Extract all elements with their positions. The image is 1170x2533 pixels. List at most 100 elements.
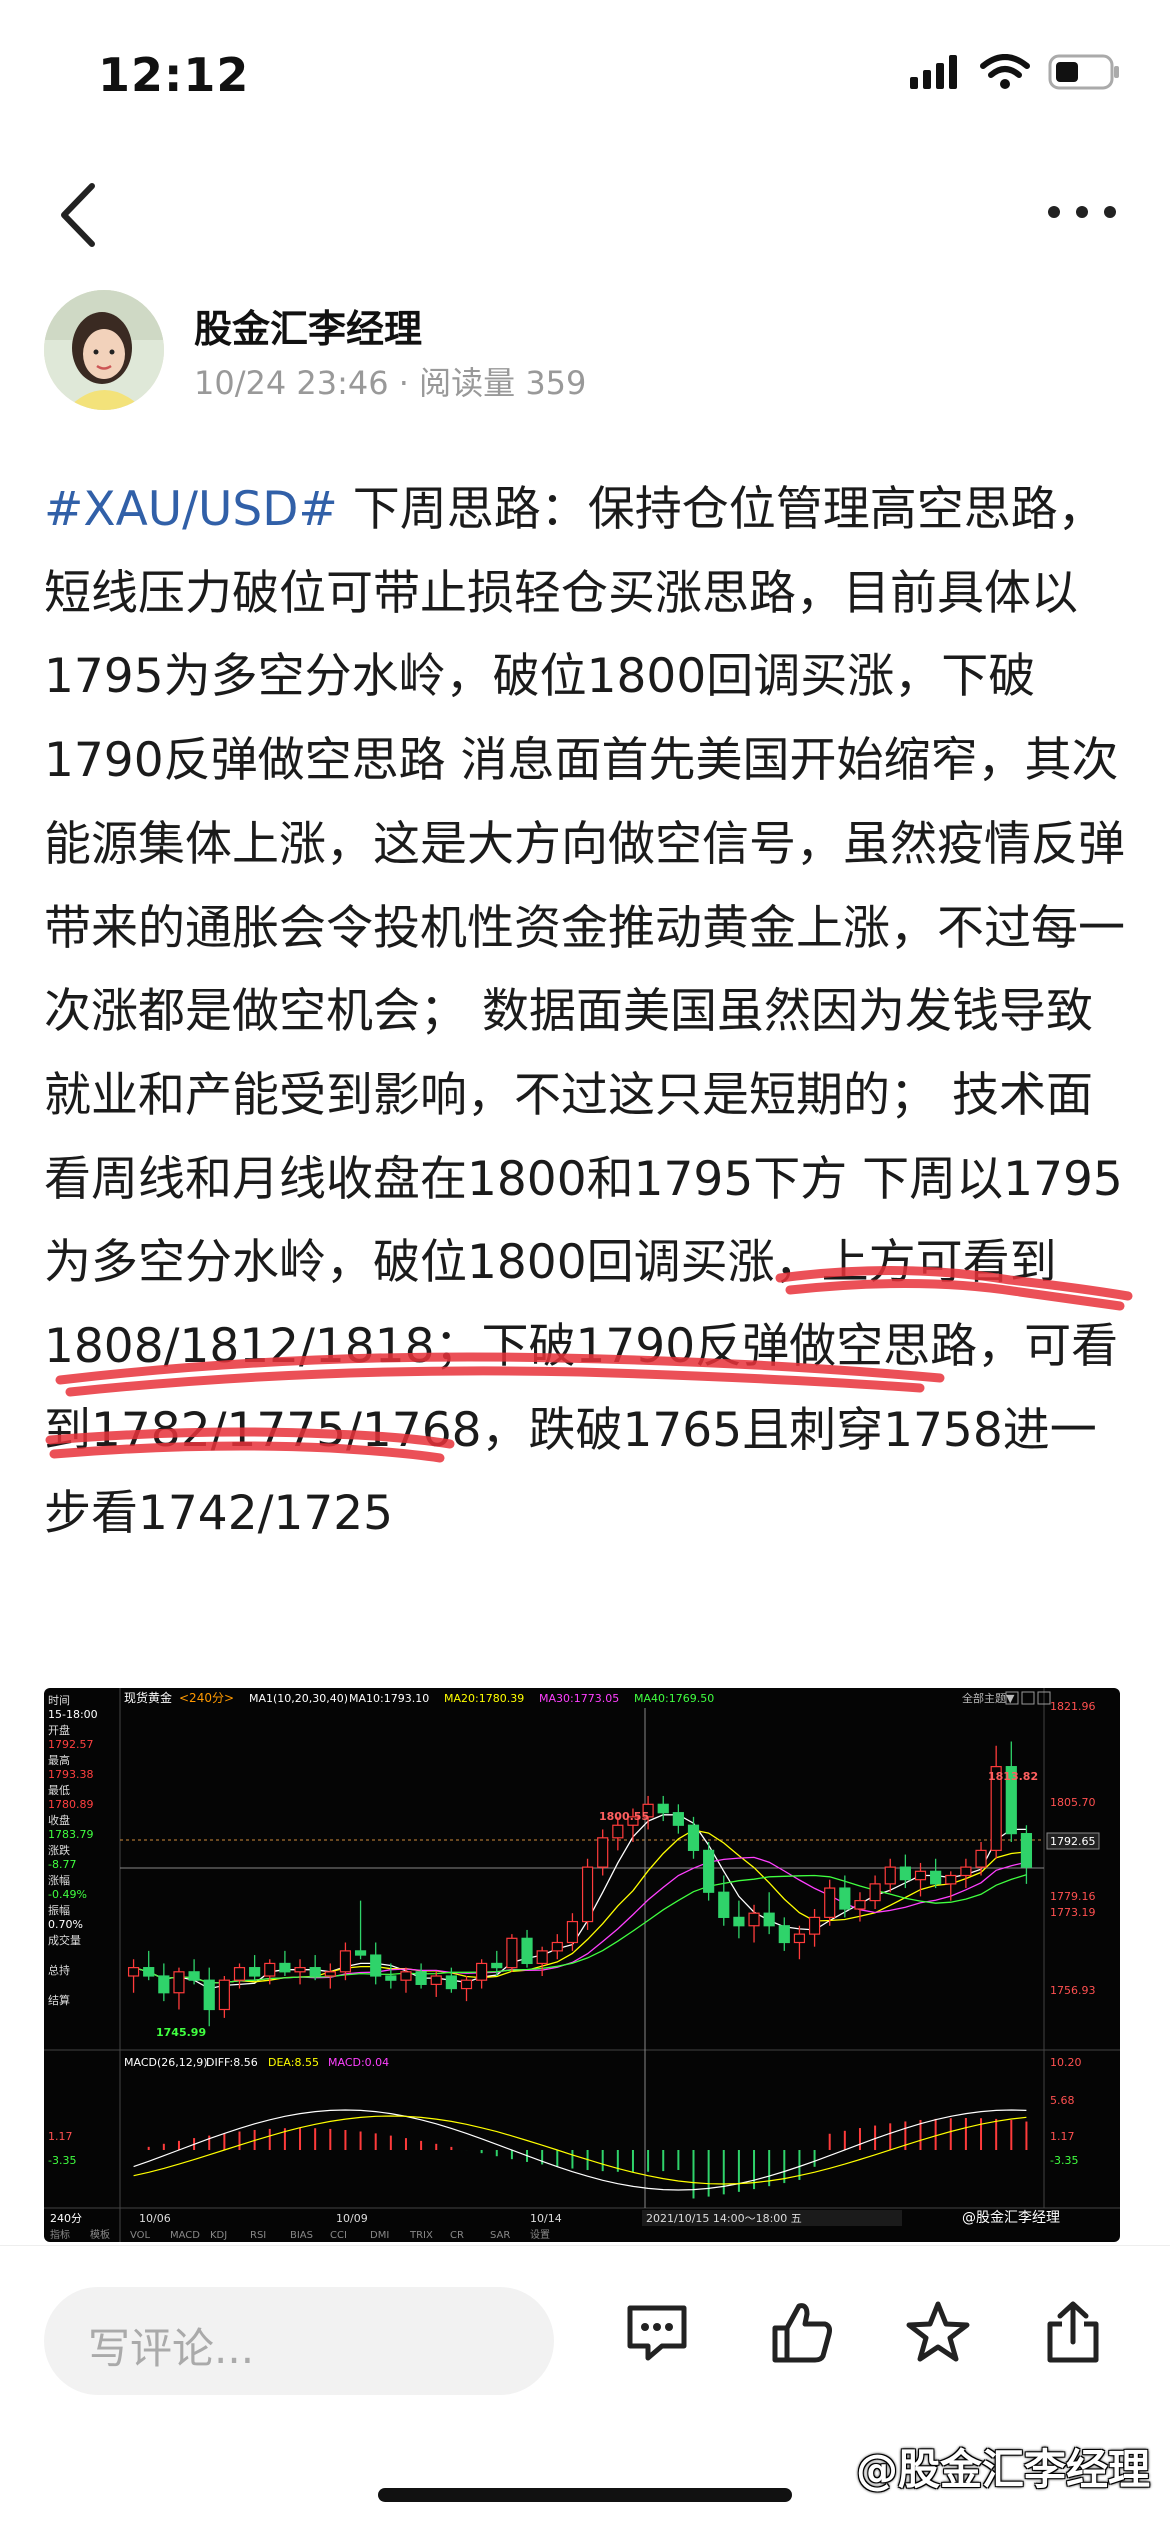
chevron-left-icon[interactable] (50, 180, 110, 250)
indicator-tabs: 指标 模板 VOL MACD KDJ RSI BIAS CCI DMI TRIX CR SAR 设置 (50, 2228, 550, 2241)
author-header: 股金汇李经理 10/24 23:46 · 阅读量 359 (44, 290, 1124, 415)
candle-body (385, 1975, 397, 1981)
chart-instrument: 现货黄金 (124, 1690, 172, 1705)
macd-legend-item: DIFF:8.56 (206, 2056, 258, 2069)
candle-body (491, 1962, 503, 1969)
macd-right-label: 10.20 (1050, 2056, 1082, 2069)
candle-body (960, 1866, 972, 1877)
panel-value: -8.77 (48, 1858, 76, 1871)
panel-label: 总持 (48, 1963, 70, 1977)
candle-body (218, 1979, 230, 2011)
indicator-tab: TRIX (409, 2230, 433, 2241)
candle-body (612, 1824, 624, 1839)
macd-right-label: 1.17 (1050, 2130, 1075, 2143)
status-icons (910, 54, 1120, 90)
candle-body (279, 1962, 291, 1973)
candle-body (793, 1933, 806, 1944)
wifi-icon (980, 54, 1030, 89)
chart-watermark: @股金汇李经理 (962, 2210, 1060, 2226)
like-icon[interactable] (767, 2298, 837, 2368)
indicator-tab: CCI (330, 2230, 347, 2241)
panel-label: 收盘 (48, 1813, 70, 1827)
candle-body (370, 1954, 382, 1977)
time-axis-labels: 10/06 10/09 10/14 (139, 2212, 562, 2225)
candle-body (309, 1967, 321, 1977)
candle-body (597, 1837, 609, 1868)
indicator-tab: 设置 (530, 2229, 550, 2241)
reads-count: 359 (525, 364, 587, 402)
panel-label: 最低 (48, 1784, 70, 1797)
chart-period: <240分> (179, 1691, 234, 1705)
candle-body (748, 1912, 760, 1927)
price-annotation: 1800.55 (599, 1810, 649, 1823)
candle-body (536, 1950, 548, 1965)
home-indicator[interactable] (378, 2488, 792, 2502)
macd-axis-labels: 1.17 -3.35 10.20 5.68 1.17 -3.35 (48, 2056, 1082, 2167)
y-axis-label: 1821.96 (1050, 1700, 1096, 1713)
candle-body (460, 1979, 473, 1990)
candle-body (566, 1920, 579, 1944)
candle-body (173, 1971, 185, 1994)
theme-dropdown: 全部主题▼ (962, 1691, 1015, 1705)
x-axis-label: 10/06 (139, 2212, 171, 2225)
candle-body (203, 1979, 215, 2011)
comment-icon[interactable] (622, 2298, 692, 2368)
more-dots-icon[interactable] (1042, 192, 1122, 232)
post-text: 下周思路：保持仓位管理高空思路，短线压力破位可带止损轻仓买涨思路，目前具体以17… (44, 482, 1125, 1542)
moving-average-lines (133, 1814, 1027, 1990)
candle-body (233, 1967, 246, 1981)
panel-label: 振幅 (48, 1903, 70, 1917)
candle-body (672, 1812, 684, 1826)
candle-body (294, 1967, 306, 1973)
panel-label: 涨跌 (48, 1843, 70, 1857)
chart-info-panel: 时间15-18:00 开盘1792.57 最高1793.38 最低1780.89 收盘1… (48, 1694, 98, 2007)
comment-input[interactable]: 写评论... (44, 2287, 554, 2395)
candle-body (127, 1967, 140, 1977)
candle-body (687, 1824, 700, 1851)
post-meta: 10/24 23:46 · 阅读量 359 (194, 358, 586, 404)
price-annotation: 1745.99 (156, 2026, 206, 2039)
candle-body (143, 1967, 155, 1977)
y-axis-label: 1756.93 (1050, 1984, 1096, 1997)
candle-body (808, 1916, 821, 1935)
x-axis-label: 10/09 (336, 2212, 368, 2225)
panel-value: 1793.38 (48, 1768, 94, 1781)
status-time: 12:12 (98, 48, 250, 102)
candle-body (914, 1870, 927, 1881)
post-timestamp: 10/24 23:46 (194, 364, 389, 402)
avatar[interactable] (44, 290, 164, 410)
candle-body (430, 1975, 442, 1985)
candle-body (899, 1866, 911, 1881)
candle-body (581, 1866, 594, 1923)
candle-body (324, 1971, 336, 1977)
nav-bar (0, 170, 1170, 260)
indicator-tab: SAR (490, 2230, 510, 2241)
author-name[interactable]: 股金汇李经理 (194, 298, 422, 353)
candle-body (339, 1950, 352, 1973)
hashtag-link[interactable]: #XAU/USD# (44, 482, 338, 537)
y-axis-label: 1779.16 (1050, 1890, 1096, 1903)
share-icon[interactable] (1038, 2298, 1108, 2368)
cursor-time-label: 2021/10/15 14:00～18:00 五 (646, 2212, 802, 2225)
candlesticks (127, 1741, 1033, 2027)
indicator-tab: MACD (170, 2230, 200, 2241)
candle-body (249, 1967, 261, 1977)
panel-label: 时间 (48, 1694, 70, 1707)
indicator-tab: 指标 (50, 2228, 70, 2241)
panel-value: 1792.57 (48, 1738, 94, 1751)
page-watermark: @股金汇李经理 (855, 2445, 1150, 2494)
candle-body (839, 1887, 851, 1910)
indicator-tab: KDJ (210, 2230, 227, 2241)
post-body: #XAU/USD# 下周思路：保持仓位管理高空思路，短线压力破位可带止损轻仓买涨… (44, 468, 1129, 1556)
candle-body (884, 1866, 896, 1885)
panel-value: 1780.89 (48, 1798, 94, 1811)
candle-body (551, 1941, 563, 1952)
period-label: 240分 (50, 2212, 82, 2225)
candle-body (445, 1975, 457, 1990)
favorite-icon[interactable] (903, 2298, 973, 2368)
candle-body (521, 1937, 533, 1965)
chart-image[interactable]: 时间 15-18:00 开盘 1792.57 最高 1793.38 最低 1780.89 收盘 1… (44, 1688, 1120, 2242)
indicator-tab: VOL (130, 2230, 151, 2241)
candle-body (975, 1849, 987, 1868)
indicator-tab: CR (450, 2230, 464, 2241)
